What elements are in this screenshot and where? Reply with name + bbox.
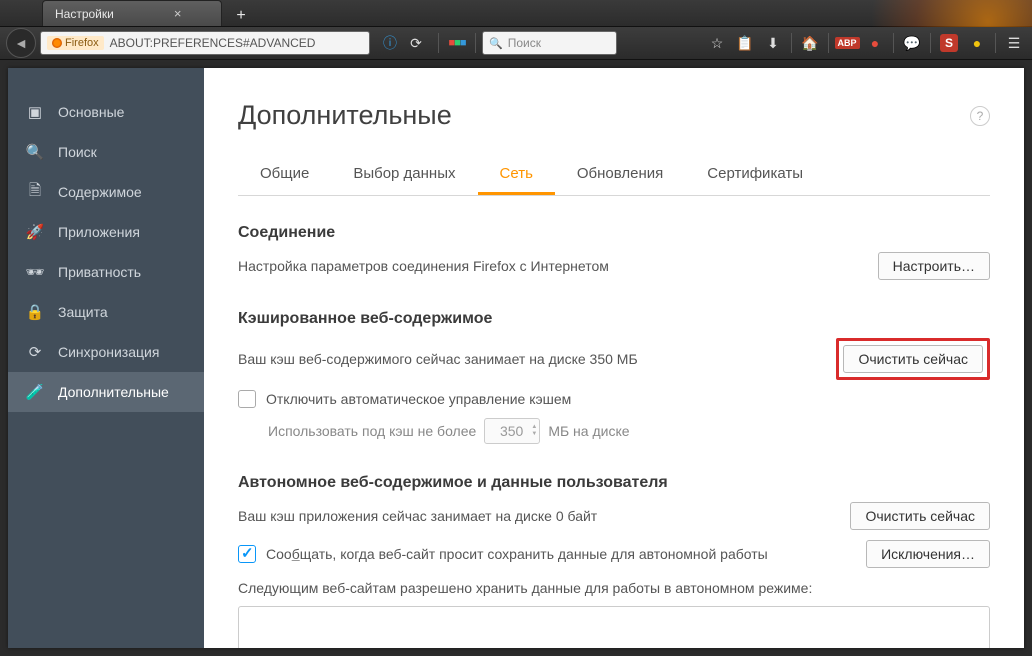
sidebar-item-search[interactable]: 🔍 Поиск	[8, 132, 204, 172]
section-heading: Автономное веб-содержимое и данные польз…	[238, 474, 990, 492]
sidebar-item-general[interactable]: ▣ Основные	[8, 92, 204, 132]
page-title: Дополнительные	[238, 100, 990, 131]
search-placeholder: Поиск	[508, 36, 541, 50]
info-icon[interactable]: ⓘ	[378, 31, 402, 55]
sidebar-item-advanced[interactable]: 🧪 Дополнительные	[8, 372, 204, 412]
cache-desc: Ваш кэш веб-содержимого сейчас занимает …	[238, 349, 638, 369]
sidebar-item-label: Приватность	[58, 264, 141, 280]
offline-exceptions-button[interactable]: Исключения…	[866, 540, 990, 568]
offline-desc: Ваш кэш приложения сейчас занимает на ди…	[238, 506, 597, 526]
separator	[791, 33, 792, 53]
tab-title: Настройки	[55, 7, 114, 21]
search-icon: 🔍	[26, 143, 44, 161]
home-icon[interactable]: 🏠	[798, 31, 822, 55]
sidebar-item-sync[interactable]: ⟳ Синхронизация	[8, 332, 204, 372]
subtab-network[interactable]: Сеть	[478, 155, 555, 195]
sidebar-item-label: Синхронизация	[58, 344, 159, 360]
settings-page: ▣ Основные 🔍 Поиск 🗎 Содержимое 🚀 Прилож…	[8, 68, 1024, 648]
separator	[893, 33, 894, 53]
abp-icon[interactable]: ABP	[835, 31, 859, 55]
cache-limit-row: Использовать под кэш не более 350 МБ на …	[268, 418, 990, 444]
offline-notify-row[interactable]: Сообщать, когда веб-сайт просит сохранит…	[238, 545, 768, 563]
subtab-general[interactable]: Общие	[238, 155, 331, 195]
sidebar-item-privacy[interactable]: 🕶 Приватность	[8, 252, 204, 292]
downloads-icon[interactable]: ⬇	[761, 31, 785, 55]
clear-cache-highlight: Очистить сейчас	[836, 338, 990, 380]
url-text: ABOUT:PREFERENCES#ADVANCED	[110, 36, 316, 50]
browser-tab[interactable]: Настройки ×	[42, 0, 222, 26]
settings-main: ? Дополнительные Общие Выбор данных Сеть…	[204, 68, 1024, 648]
sidebar-item-content[interactable]: 🗎 Содержимое	[8, 172, 204, 212]
separator	[475, 33, 476, 53]
separator	[438, 33, 439, 53]
section-connection: Соединение Настройка параметров соединен…	[238, 224, 990, 280]
connection-settings-button[interactable]: Настроить…	[878, 252, 990, 280]
sync-icon: ⟳	[26, 343, 44, 361]
offline-notify-checkbox[interactable]	[238, 545, 256, 563]
hamburger-icon[interactable]: ☰	[1002, 31, 1026, 55]
slider-icon: ▣	[26, 103, 44, 121]
document-icon: 🗎	[26, 183, 44, 201]
override-cache-checkbox[interactable]	[238, 390, 256, 408]
section-heading: Кэшированное веб-содержимое	[238, 310, 990, 328]
browser-navbar: ◄ Firefox ABOUT:PREFERENCES#ADVANCED ⓘ ⟳…	[0, 27, 1032, 60]
offline-sites-list[interactable]	[238, 606, 990, 648]
sidebar-item-label: Основные	[58, 104, 124, 120]
cache-limit-post: МБ на диске	[548, 423, 629, 439]
offline-allowed-label: Следующим веб-сайтам разрешено хранить д…	[238, 578, 990, 598]
sidebar-item-label: Поиск	[58, 144, 97, 160]
identity-box[interactable]: Firefox	[47, 36, 104, 50]
sidebar-item-label: Содержимое	[58, 184, 142, 200]
sidebar-item-label: Дополнительные	[58, 384, 169, 400]
separator	[995, 33, 996, 53]
new-tab-button[interactable]: +	[230, 6, 252, 26]
sidebar-item-applications[interactable]: 🚀 Приложения	[8, 212, 204, 252]
section-heading: Соединение	[238, 224, 990, 242]
clear-offline-button[interactable]: Очистить сейчас	[850, 502, 990, 530]
help-icon[interactable]: ?	[970, 106, 990, 126]
connection-desc: Настройка параметров соединения Firefox …	[238, 256, 609, 276]
ydot-icon[interactable]: ●	[965, 31, 989, 55]
flask-icon: 🧪	[26, 383, 44, 401]
separator	[930, 33, 931, 53]
clear-cache-button[interactable]: Очистить сейчас	[843, 345, 983, 373]
bookmark-star-icon[interactable]: ☆	[705, 31, 729, 55]
override-cache-label: Отключить автоматическое управление кэше…	[266, 391, 571, 407]
mask-icon: 🕶	[26, 263, 44, 281]
url-bar[interactable]: Firefox ABOUT:PREFERENCES#ADVANCED	[40, 31, 370, 55]
s-badge-icon[interactable]: S	[937, 31, 961, 55]
cache-limit-pre: Использовать под кэш не более	[268, 423, 476, 439]
override-cache-row[interactable]: Отключить автоматическое управление кэше…	[238, 390, 990, 408]
subtab-certificates[interactable]: Сертификаты	[685, 155, 825, 195]
search-bar[interactable]: 🔍 Поиск	[482, 31, 617, 55]
tab-close-icon[interactable]: ×	[174, 6, 182, 21]
cache-limit-input[interactable]: 350	[484, 418, 540, 444]
dot-icon[interactable]: ●	[863, 31, 887, 55]
section-cache: Кэшированное веб-содержимое Ваш кэш веб-…	[238, 310, 990, 444]
settings-sidebar: ▣ Основные 🔍 Поиск 🗎 Содержимое 🚀 Прилож…	[8, 68, 204, 648]
rocket-icon: 🚀	[26, 223, 44, 241]
subtab-updates[interactable]: Обновления	[555, 155, 685, 195]
back-button[interactable]: ◄	[6, 28, 36, 58]
subtabs: Общие Выбор данных Сеть Обновления Серти…	[238, 155, 990, 196]
separator	[828, 33, 829, 53]
offline-notify-label: Сообщать, когда веб-сайт просит сохранит…	[266, 546, 768, 562]
subtab-datachoices[interactable]: Выбор данных	[331, 155, 477, 195]
apps-icon[interactable]: ■■■	[445, 31, 469, 55]
browser-tabstrip: Настройки × +	[0, 0, 1032, 27]
sidebar-item-label: Защита	[58, 304, 108, 320]
clipboard-icon[interactable]: 📋	[733, 31, 757, 55]
lock-icon: 🔒	[26, 303, 44, 321]
section-offline: Автономное веб-содержимое и данные польз…	[238, 474, 990, 648]
speech-icon[interactable]: 💬	[900, 31, 924, 55]
sidebar-item-security[interactable]: 🔒 Защита	[8, 292, 204, 332]
reload-icon[interactable]: ⟳	[404, 31, 428, 55]
content-wrap: ▣ Основные 🔍 Поиск 🗎 Содержимое 🚀 Прилож…	[0, 60, 1032, 656]
sidebar-item-label: Приложения	[58, 224, 140, 240]
